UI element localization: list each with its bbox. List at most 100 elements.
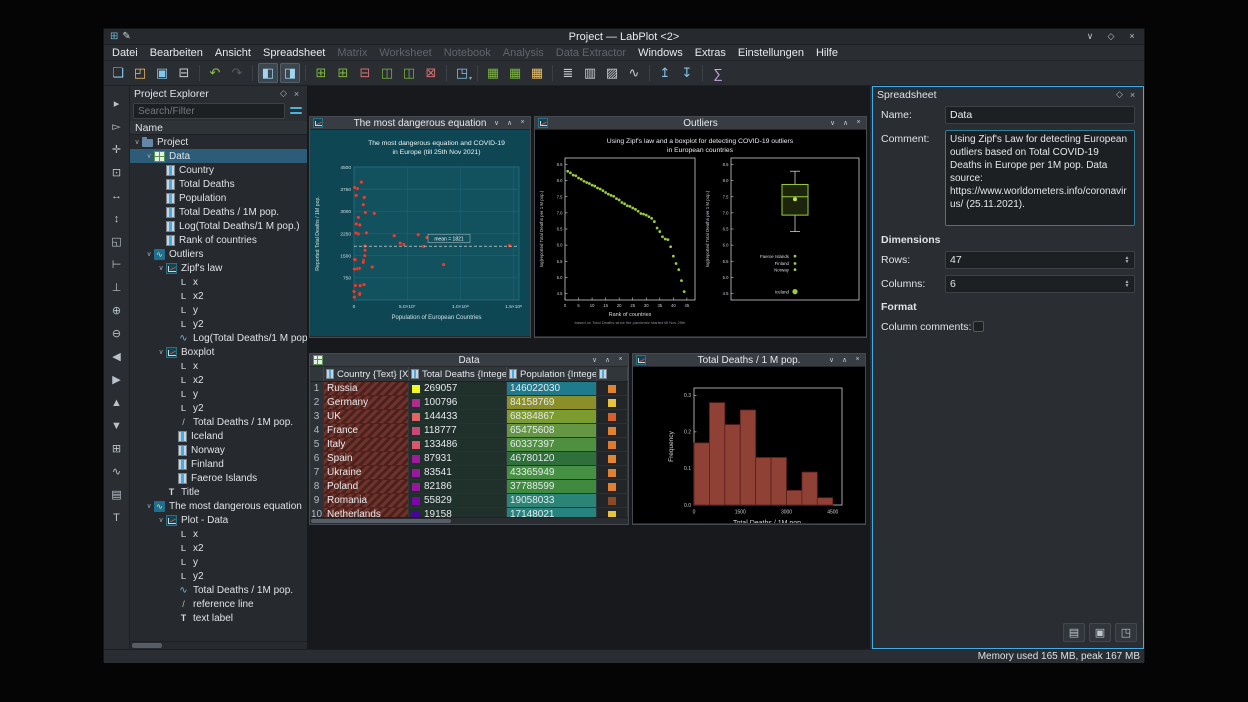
menu-spreadsheet[interactable]: Spreadsheet	[257, 46, 331, 60]
statistics-button[interactable]: ∑	[708, 63, 728, 83]
print-button[interactable]: ⊟	[174, 63, 194, 83]
row-number[interactable]: 9	[310, 494, 324, 507]
tree-item-total-deaths[interactable]: Total Deaths	[130, 177, 307, 191]
column-header-item[interactable]	[597, 367, 628, 381]
row-number[interactable]: 6	[310, 452, 324, 465]
tree-item-total-deaths-1m-pop[interactable]: Total Deaths / 1M pop.	[130, 205, 307, 219]
row-number[interactable]: 3	[310, 410, 324, 423]
tree-item-zipf-s-law[interactable]: ∨Zipf's law	[130, 261, 307, 275]
load-template-button[interactable]: ▤	[1063, 623, 1085, 642]
tree-item-y2[interactable]: Ly2	[130, 317, 307, 331]
cell-total-deaths[interactable]: 133486	[409, 438, 507, 451]
tree-item-data[interactable]: ∨Data	[130, 149, 307, 163]
cell-country[interactable]: Italy	[324, 438, 409, 451]
tree-item-x[interactable]: Lx	[130, 359, 307, 373]
tree-item-y[interactable]: Ly	[130, 303, 307, 317]
add-legend-button[interactable]: ▤	[108, 487, 126, 502]
open-project-button[interactable]: ◰	[130, 63, 150, 83]
menu-extras[interactable]: Extras	[689, 46, 732, 60]
tree-item-population[interactable]: Population	[130, 191, 307, 205]
tree-item-x2[interactable]: Lx2	[130, 541, 307, 555]
cell-extra[interactable]	[597, 382, 628, 395]
menu-analysis[interactable]: Analysis	[497, 46, 550, 60]
insert-row-below-button[interactable]: ⊞	[333, 63, 353, 83]
cell-total-deaths[interactable]: 269057	[409, 382, 507, 395]
tree-item-project[interactable]: ∨Project	[130, 135, 307, 149]
tree-item-title[interactable]: TTitle	[130, 485, 307, 499]
zoom-y-select-button[interactable]: ↕	[108, 211, 126, 226]
cell-extra[interactable]	[597, 452, 628, 465]
close-icon[interactable]: ×	[854, 119, 863, 127]
cell-extra[interactable]	[597, 424, 628, 437]
scatter-plot-canvas[interactable]: 7501500225030003750450005.0×10⁷1.0×10⁸1.…	[310, 130, 530, 337]
navigate-button[interactable]: ✛	[108, 142, 126, 157]
cell-country[interactable]: Ukraine	[324, 466, 409, 479]
tree-item-x[interactable]: Lx	[130, 527, 307, 541]
close-dock-icon[interactable]: ×	[290, 89, 303, 99]
tree-item-norway[interactable]: Norway	[130, 443, 307, 457]
restore-icon[interactable]: ∧	[840, 356, 849, 364]
filter-settings-icon[interactable]	[288, 104, 304, 118]
expand-chevron-icon[interactable]: ∨	[156, 348, 166, 356]
shift-up-button[interactable]: ▲	[108, 395, 126, 410]
column-comments-checkbox[interactable]	[973, 321, 984, 332]
outliers-plot-canvas[interactable]: Using Zipf's law and a boxplot for detec…	[535, 130, 866, 337]
sort-descending-button[interactable]: ↧	[677, 63, 697, 83]
cell-total-deaths[interactable]: 55829	[409, 494, 507, 507]
row-number[interactable]: 1	[310, 382, 324, 395]
add-plot-button[interactable]: ⊞	[108, 441, 126, 456]
insert-column-right-button[interactable]: ◫	[399, 63, 419, 83]
tree-item-total-deaths-1m-pop[interactable]: ∿Total Deaths / 1M pop.	[130, 583, 307, 597]
float-dock-icon[interactable]: ◇	[1113, 89, 1126, 100]
subwindow-data-spreadsheet[interactable]: Data ∨ ∧ × Country {Text} [X]Total Death…	[309, 353, 629, 525]
float-dock-icon[interactable]: ◇	[277, 88, 290, 99]
remove-columns-button[interactable]: ⊠	[421, 63, 441, 83]
scrollbar-thumb[interactable]	[311, 519, 451, 523]
auto-scale-button[interactable]: ◱	[108, 234, 126, 249]
mask-values-button[interactable]: ▨	[602, 63, 622, 83]
shift-down-button[interactable]: ▼	[108, 418, 126, 433]
tree-item-outliers[interactable]: ∨Outliers	[130, 247, 307, 261]
cell-total-deaths[interactable]: 87931	[409, 452, 507, 465]
shade-icon[interactable]: ∨	[590, 356, 599, 364]
tree-item-the-most-dangerous-equation[interactable]: ∨The most dangerous equation	[130, 499, 307, 513]
tree-item-y2[interactable]: Ly2	[130, 401, 307, 415]
cell-population[interactable]: 19058033	[507, 494, 597, 507]
table-horizontal-scrollbar[interactable]	[310, 517, 628, 524]
menu-notebook[interactable]: Notebook	[438, 46, 497, 60]
cell-extra[interactable]	[597, 466, 628, 479]
column-header-population-integer-y[interactable]: Population {Integer} [Y]	[507, 367, 597, 381]
cell-total-deaths[interactable]: 82186	[409, 480, 507, 493]
close-button[interactable]: ×	[1126, 31, 1138, 42]
subwindow-titlebar[interactable]: Outliers ∨ ∧ ×	[535, 117, 866, 130]
tree-column-header[interactable]: Name	[130, 121, 307, 135]
row-number[interactable]: 2	[310, 396, 324, 409]
cell-country[interactable]: Poland	[324, 480, 409, 493]
cell-population[interactable]: 84158769	[507, 396, 597, 409]
minimize-button[interactable]: ∨	[1084, 31, 1096, 42]
notes-grid-button[interactable]: ▦	[527, 63, 547, 83]
spinbox-arrows-icon[interactable]: ▲▼	[1122, 280, 1132, 289]
titlebar[interactable]: ⊞ ✎ Project — LabPlot <2> ∨ ◇ ×	[104, 29, 1144, 45]
tree-item-text-label[interactable]: Ttext label	[130, 611, 307, 625]
plot-data-button[interactable]: ◳▾	[452, 63, 472, 83]
spinbox-arrows-icon[interactable]: ▲▼	[1122, 256, 1132, 265]
maximize-button[interactable]: ◇	[1105, 31, 1117, 42]
cell-country[interactable]: Germany	[324, 396, 409, 409]
remove-rows-button[interactable]: ⊟	[355, 63, 375, 83]
menu-bearbeiten[interactable]: Bearbeiten	[144, 46, 209, 60]
cell-country[interactable]: UK	[324, 410, 409, 423]
cell-population[interactable]: 65475608	[507, 424, 597, 437]
explorer-horizontal-scrollbar[interactable]	[130, 641, 307, 649]
cell-total-deaths[interactable]: 118777	[409, 424, 507, 437]
tree-item-log-total-deaths-1-m-pop[interactable]: Log(Total Deaths/1 M pop.)	[130, 219, 307, 233]
tree-item-iceland[interactable]: Iceland	[130, 429, 307, 443]
column-statistics-button[interactable]: ▥	[580, 63, 600, 83]
restore-icon[interactable]: ∧	[841, 119, 850, 127]
cell-population[interactable]: 146022030	[507, 382, 597, 395]
insert-column-left-button[interactable]: ◫	[377, 63, 397, 83]
add-text-label-button[interactable]: T	[108, 510, 126, 525]
cell-country[interactable]: France	[324, 424, 409, 437]
shade-icon[interactable]: ∨	[827, 356, 836, 364]
sort-ascending-button[interactable]: ↥	[655, 63, 675, 83]
